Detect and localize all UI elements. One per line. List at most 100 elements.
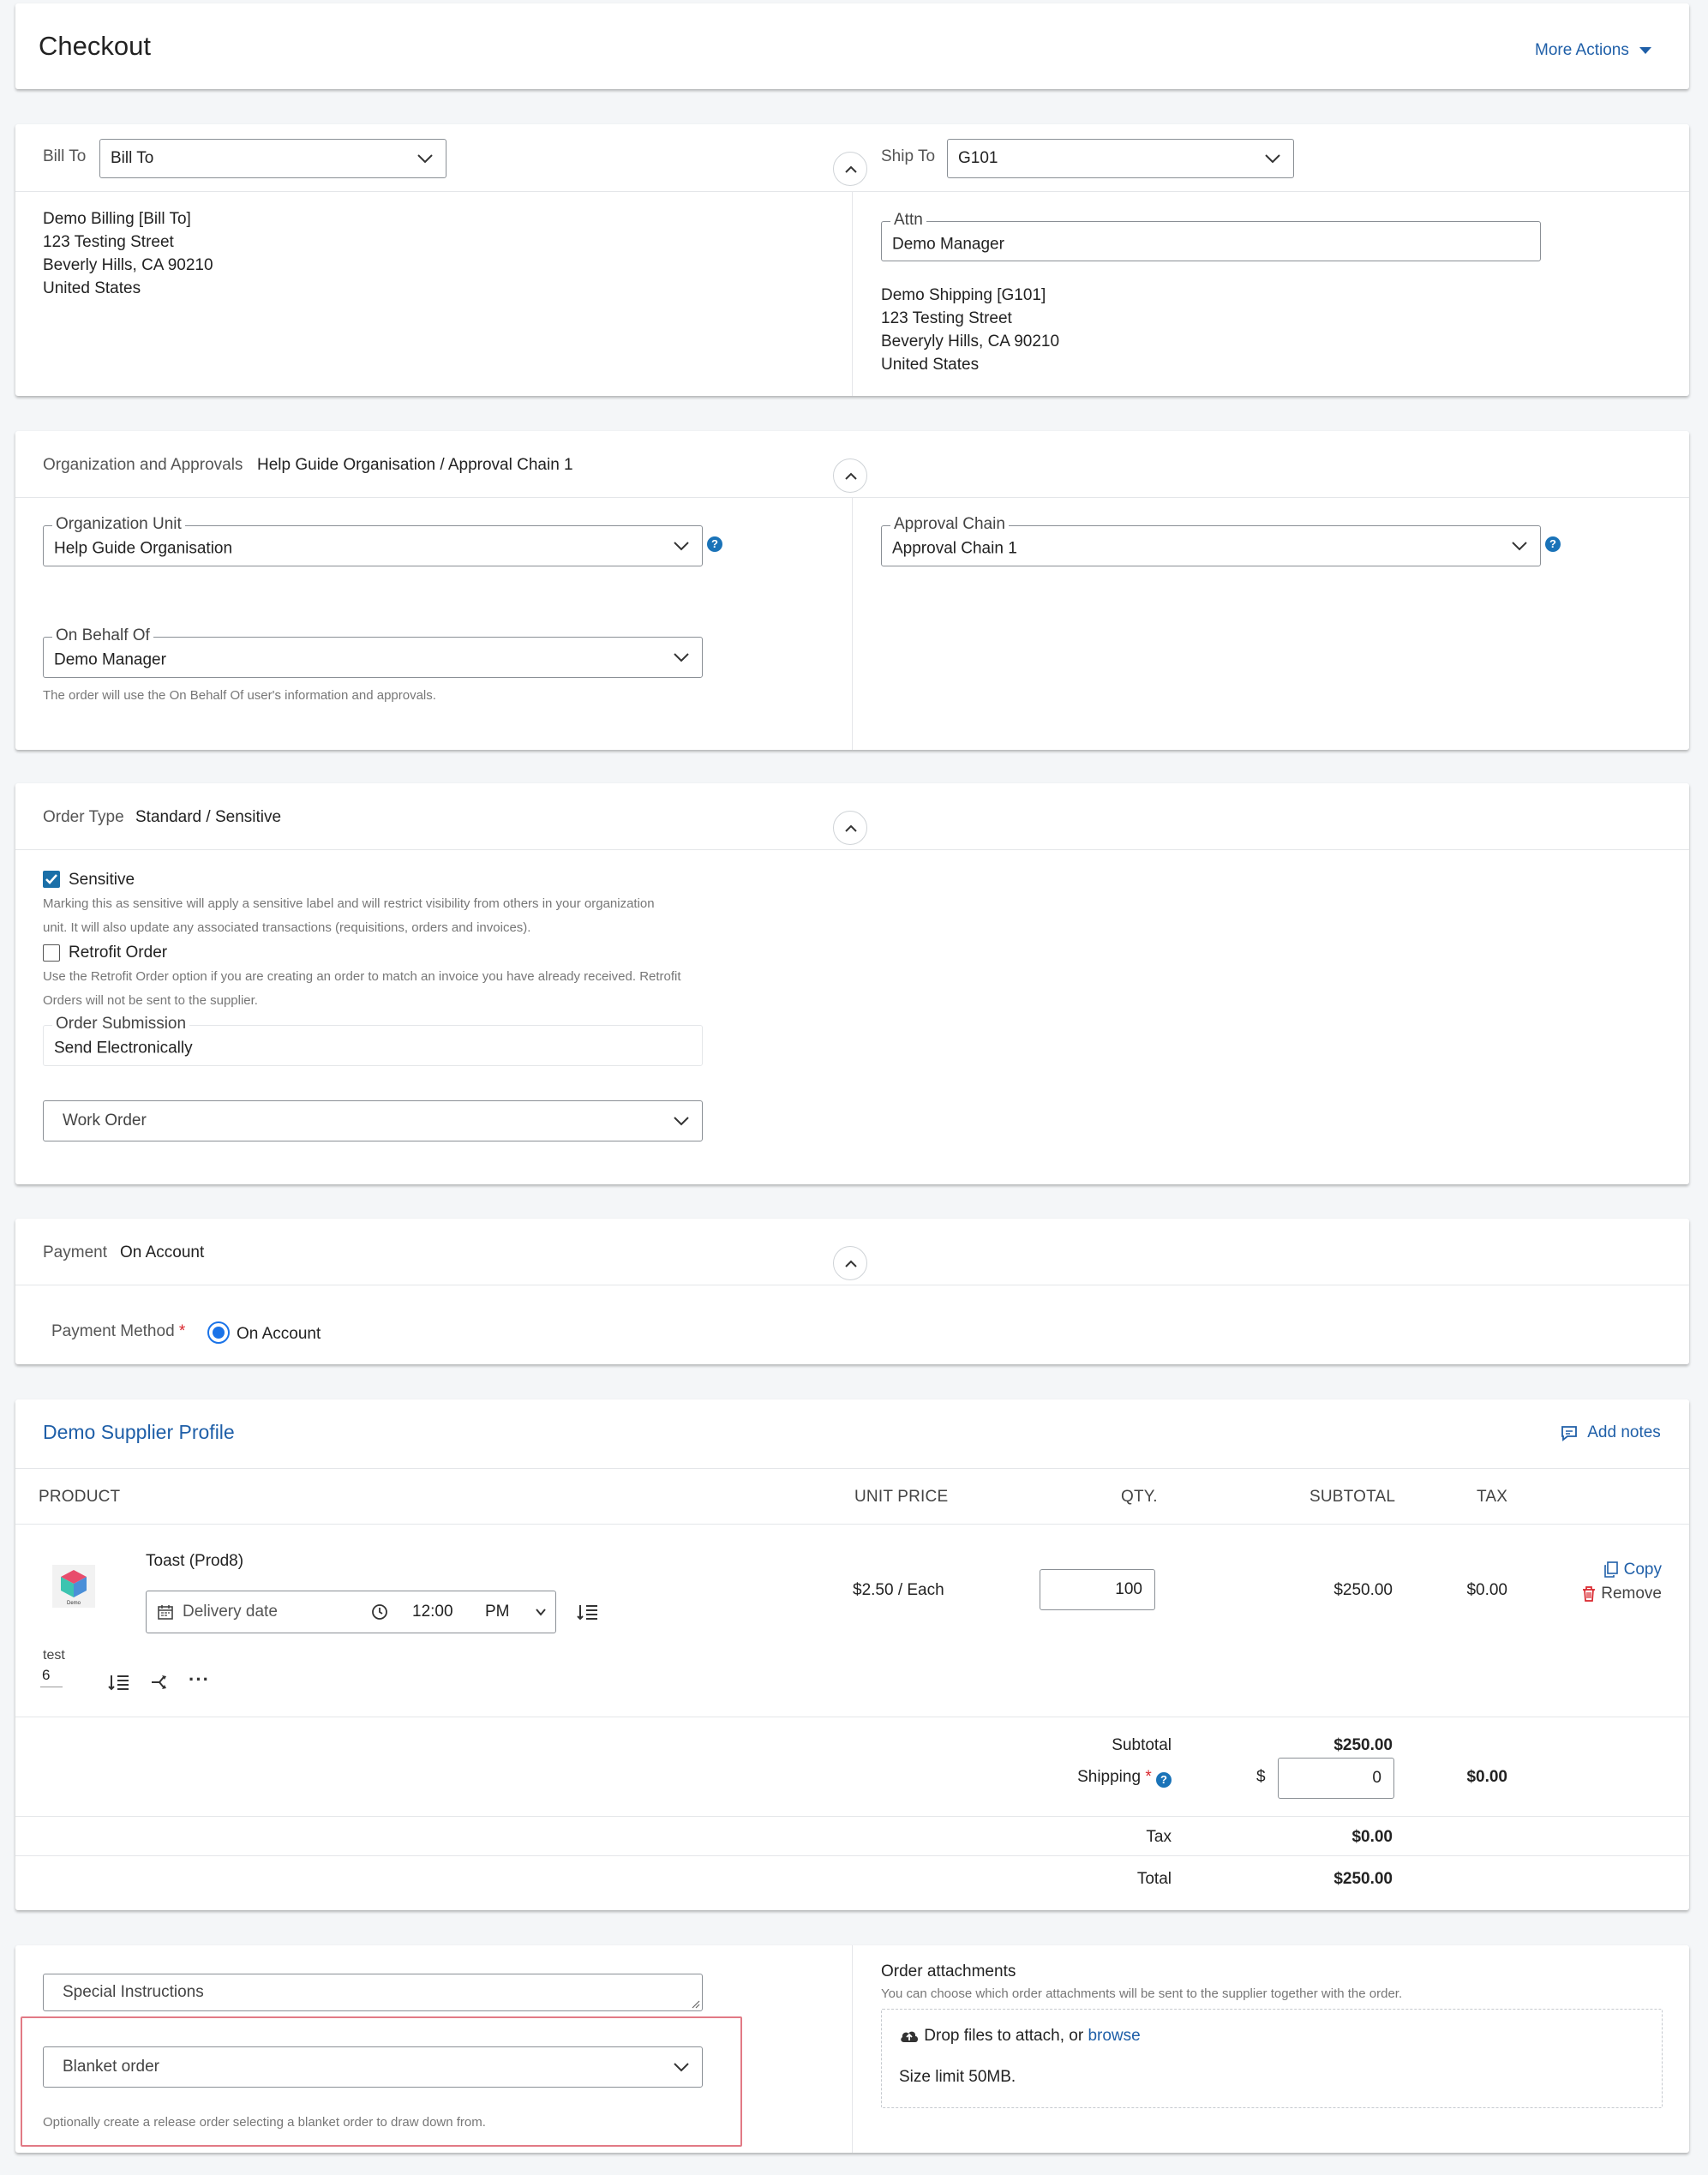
custom-field-label: test	[43, 1648, 65, 1663]
payment-method-label: Payment Method *	[51, 1322, 185, 1341]
chevron-up-icon	[845, 165, 857, 173]
resize-handle-icon[interactable]	[690, 1998, 700, 2009]
help-icon[interactable]: ?	[1545, 536, 1561, 552]
order-type-label: Order Type	[43, 808, 124, 826]
chevron-down-icon	[674, 542, 689, 551]
blanket-order-help: Optionally create a release order select…	[43, 2115, 486, 2130]
address-line: 123 Testing Street	[43, 233, 174, 251]
attachments-title: Order attachments	[881, 1962, 1016, 1980]
help-icon[interactable]: ?	[1156, 1772, 1172, 1788]
ship-to-select[interactable]: G101	[947, 139, 1294, 178]
on-account-radio[interactable]	[207, 1321, 230, 1344]
column-subtotal: SUBTOTAL	[1309, 1488, 1396, 1506]
remove-button[interactable]: Remove	[1581, 1585, 1662, 1603]
subtotal-value: $250.00	[1333, 1736, 1393, 1754]
address-line: Demo Shipping [G101]	[881, 286, 1046, 304]
ampm-select[interactable]: PM	[485, 1603, 510, 1621]
custom-field-input[interactable]: 6	[40, 1665, 63, 1687]
retrofit-help: Use the Retrofit Order option if you are…	[43, 969, 681, 984]
tax-label: Tax	[1146, 1828, 1172, 1846]
more-actions-button[interactable]: More Actions	[1535, 41, 1652, 60]
on-behalf-of-select[interactable]: On Behalf Of Demo Manager	[43, 627, 703, 678]
retrofit-checkbox[interactable]	[43, 944, 60, 962]
column-unit-price: UNIT PRICE	[854, 1488, 949, 1506]
organization-unit-label: Organization Unit	[52, 516, 185, 533]
product-image[interactable]: Demo	[52, 1565, 95, 1608]
time-value[interactable]: 12:00	[412, 1603, 453, 1621]
checkout-header: Checkout More Actions	[15, 3, 1689, 89]
drop-instructions: Drop files to attach, or browse	[899, 2027, 1141, 2046]
chevron-down-icon	[674, 653, 689, 662]
order-details-section: Special Instructions Blanket order Optio…	[15, 1945, 1689, 2153]
chevron-down-icon	[674, 2063, 689, 2072]
radio-dot	[213, 1327, 225, 1339]
blanket-order-placeholder: Blanket order	[63, 2058, 160, 2076]
shipping-tax: $0.00	[1466, 1768, 1507, 1786]
address-line: United States	[881, 356, 980, 374]
tax-value: $0.00	[1351, 1828, 1393, 1846]
bill-to-select[interactable]: Bill To	[99, 139, 446, 178]
address-section: Bill To Bill To Ship To G101 Demo Billin…	[15, 124, 1689, 396]
address-line: Beveryly Hills, CA 90210	[881, 333, 1060, 351]
quantity-input[interactable]: 100	[1040, 1569, 1155, 1610]
sensitive-checkbox[interactable]	[43, 871, 60, 888]
on-account-label: On Account	[237, 1325, 321, 1343]
payment-value: On Account	[120, 1243, 205, 1261]
add-notes-label: Add notes	[1587, 1423, 1661, 1441]
browse-link[interactable]: browse	[1088, 2027, 1140, 2045]
work-order-select[interactable]: Work Order	[43, 1100, 703, 1141]
copy-button[interactable]: Copy	[1603, 1561, 1662, 1579]
organization-unit-select[interactable]: Organization Unit Help Guide Organisatio…	[43, 516, 703, 566]
blanket-order-select[interactable]: Blanket order	[43, 2046, 703, 2088]
more-options-button[interactable]: ···	[189, 1669, 210, 1691]
custom-field-value: 6	[42, 1667, 51, 1683]
delivery-date-field[interactable]: Delivery date 12:00 PM	[146, 1591, 556, 1633]
split-lines-icon[interactable]	[108, 1673, 130, 1692]
collapse-address-button[interactable]	[833, 152, 867, 186]
comment-icon	[1561, 1426, 1577, 1441]
product-name[interactable]: Toast (Prod8)	[146, 1552, 243, 1571]
currency-symbol: $	[1256, 1768, 1266, 1786]
special-instructions-field[interactable]: Special Instructions	[43, 1974, 703, 2011]
supplier-name[interactable]: Demo Supplier Profile	[43, 1421, 235, 1444]
divider	[852, 497, 853, 750]
retrofit-help: Orders will not be sent to the supplier.	[43, 993, 258, 1008]
work-order-placeholder: Work Order	[63, 1111, 147, 1129]
split-lines-icon[interactable]	[577, 1603, 599, 1621]
collapse-payment-button[interactable]	[833, 1246, 867, 1280]
order-submission-value: Send Electronically	[54, 1039, 193, 1058]
shipping-input[interactable]: 0	[1278, 1758, 1394, 1799]
clock-icon	[372, 1604, 387, 1620]
total-value: $250.00	[1333, 1870, 1393, 1888]
share-icon[interactable]	[150, 1673, 169, 1692]
order-submission-field: Order Submission Send Electronically	[43, 1016, 703, 1066]
divider	[852, 191, 853, 396]
chevron-up-icon	[845, 1260, 857, 1267]
divider	[852, 1945, 853, 2153]
chevron-down-icon	[1512, 542, 1527, 551]
sensitive-help: Marking this as sensitive will apply a s…	[43, 896, 655, 911]
collapse-org-button[interactable]	[833, 458, 867, 493]
attachment-dropzone[interactable]: Drop files to attach, or browse Size lim…	[881, 2009, 1663, 2108]
help-icon[interactable]: ?	[707, 536, 722, 552]
ship-address: Demo Shipping [G101] 123 Testing Street …	[881, 284, 1059, 376]
add-notes-button[interactable]: Add notes	[1560, 1423, 1661, 1442]
ship-to-label: Ship To	[881, 147, 936, 165]
trash-icon	[1582, 1586, 1595, 1602]
address-line: United States	[43, 279, 141, 297]
chevron-down-icon	[674, 1117, 689, 1126]
approval-chain-label: Approval Chain	[890, 516, 1009, 533]
divider	[15, 1855, 1689, 1856]
ship-to-select-value: G101	[958, 149, 998, 167]
chevron-up-icon	[845, 472, 857, 480]
on-behalf-of-help: The order will use the On Behalf Of user…	[43, 688, 436, 703]
product-logo-text: Demo	[66, 1601, 81, 1606]
size-limit: Size limit 50MB.	[899, 2068, 1016, 2086]
approval-chain-select[interactable]: Approval Chain Approval Chain 1	[881, 516, 1541, 566]
column-product: PRODUCT	[39, 1488, 121, 1506]
attn-field[interactable]: Attn Demo Manager	[881, 212, 1541, 261]
shipping-label: Shipping * ?	[1077, 1768, 1172, 1788]
attn-value: Demo Manager	[892, 234, 1004, 253]
collapse-order-type-button[interactable]	[833, 811, 867, 845]
org-section-label: Organization and Approvals	[43, 456, 243, 474]
